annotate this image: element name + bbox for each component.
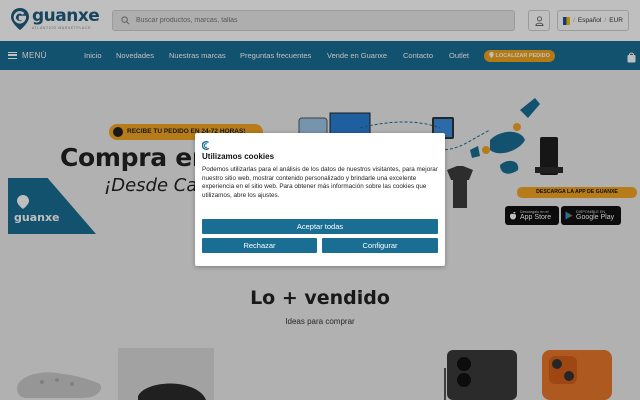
reject-button[interactable]: Rechazar (202, 238, 317, 253)
cookie-title: Utilizamos cookies (202, 152, 275, 161)
accept-all-button[interactable]: Aceptar todas (202, 219, 438, 234)
configure-button[interactable]: Configurar (322, 238, 438, 253)
cookie-description: Podemos utilizarlas para el análisis de … (202, 166, 438, 199)
cookie-consent-dialog: Utilizamos cookies Podemos utilizarlas p… (195, 133, 445, 266)
cookie-icon (202, 141, 210, 150)
